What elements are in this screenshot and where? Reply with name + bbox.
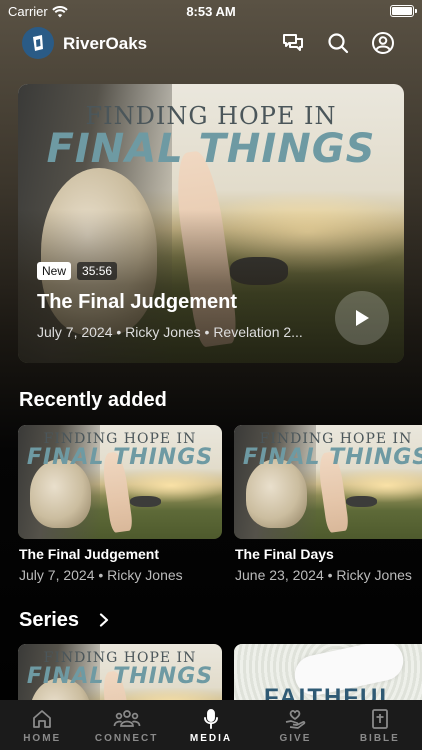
recent-card-2-meta: June 23, 2024 • Ricky Jones	[235, 567, 412, 583]
recent-card-1-meta: July 7, 2024 • Ricky Jones	[19, 567, 183, 583]
logo-icon	[33, 35, 43, 51]
artwork-title-line2: FINAL THINGS	[26, 664, 214, 689]
microphone-icon	[204, 709, 218, 729]
status-bar: Carrier 8:53 AM	[0, 0, 422, 24]
tab-bible-label: BIBLE	[359, 733, 400, 744]
recently-added-heading: Recently added	[19, 389, 167, 411]
tab-give[interactable]: GIVE	[253, 700, 337, 750]
search-icon[interactable]	[326, 31, 350, 55]
recent-card-1[interactable]: FINDING HOPE IN FINAL THINGS	[18, 425, 222, 539]
recent-card-2-artwork: FINDING HOPE IN FINAL THINGS	[234, 425, 422, 539]
tab-connect-label: CONNECT	[94, 733, 159, 744]
bible-icon	[371, 709, 388, 729]
account-icon[interactable]	[371, 31, 395, 55]
recent-card-2-title: The Final Days	[235, 546, 334, 562]
chevron-right-icon[interactable]	[98, 613, 110, 627]
tab-home[interactable]: HOME	[0, 700, 84, 750]
app-header: RiverOaks	[0, 26, 422, 62]
tab-give-label: GIVE	[279, 733, 312, 744]
media-screen: Carrier 8:53 AM RiverOaks FINDING HOPE I…	[0, 0, 422, 750]
app-name: RiverOaks	[63, 34, 148, 53]
tab-bar: HOME CONNECT MEDIA GIVE BIBLE	[0, 700, 422, 750]
artwork-title-line2: FINAL THINGS	[242, 445, 422, 470]
people-icon	[113, 710, 140, 727]
chat-icon[interactable]	[281, 31, 305, 55]
give-icon	[286, 710, 306, 729]
recent-card-1-artwork: FINDING HOPE IN FINAL THINGS	[18, 425, 222, 539]
play-button[interactable]	[335, 291, 389, 345]
church-logo[interactable]	[22, 27, 54, 59]
series-heading[interactable]: Series	[19, 609, 79, 632]
tab-connect[interactable]: CONNECT	[84, 700, 168, 750]
tab-home-label: HOME	[23, 733, 62, 744]
hero-meta: July 7, 2024 • Ricky Jones • Revelation …	[37, 324, 303, 340]
artwork-title-line2: FINAL THINGS	[26, 445, 214, 470]
play-icon	[356, 310, 369, 326]
battery-icon	[390, 5, 417, 17]
hero-title: The Final Judgement	[37, 291, 238, 313]
tab-media-label: MEDIA	[189, 733, 233, 744]
clock: 8:53 AM	[186, 4, 236, 19]
featured-sermon-card[interactable]: FINDING HOPE IN FINAL THINGS New 35:56 T…	[18, 84, 404, 363]
recent-card-1-title: The Final Judgement	[19, 546, 160, 562]
recent-card-2[interactable]: FINDING HOPE IN FINAL THINGS	[234, 425, 422, 539]
duration-badge: 35:56	[77, 262, 118, 280]
home-icon	[33, 710, 52, 728]
new-badge: New	[37, 262, 72, 280]
tab-bible[interactable]: BIBLE	[338, 700, 422, 750]
hero-badges: New 35:56	[37, 262, 118, 280]
tab-media[interactable]: MEDIA	[169, 700, 253, 750]
